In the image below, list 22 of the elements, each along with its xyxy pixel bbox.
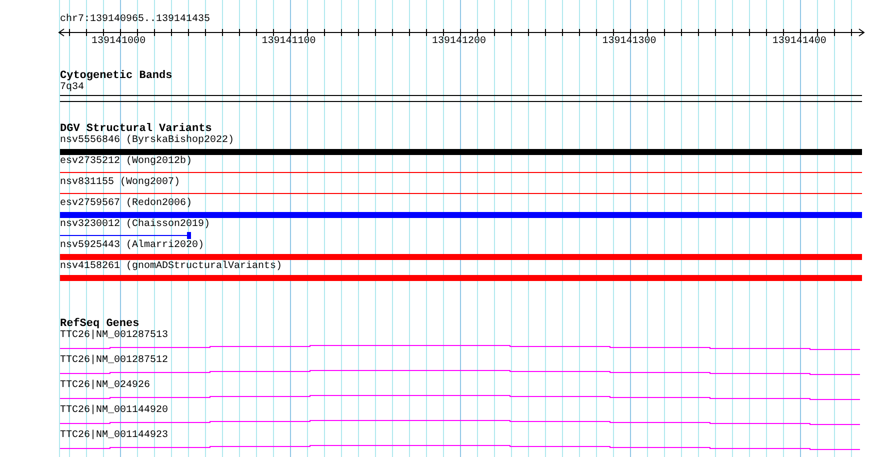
variant-label: nsv3230012 (Chaisson2019) <box>60 219 210 231</box>
transcript-label: TTC26|NM_001144923 <box>60 430 168 442</box>
track-title: RefSeq Genes <box>60 318 140 330</box>
variant-label: nsv5925443 (Almarri2020) <box>60 240 204 252</box>
variant-label: nsv4158261 (gnomADStructuralVariants) <box>60 261 282 273</box>
transcript-label: TTC26|NM_001144920 <box>60 405 168 417</box>
tick-label: 139141400 <box>772 36 826 48</box>
variant-label: nsv5556846 (ByrskaBishop2022) <box>60 135 234 147</box>
transcript-label: TTC26|NM_024926 <box>60 380 150 392</box>
tick-label: 139141200 <box>432 36 486 48</box>
track-title: Cytogenetic Bands <box>60 70 172 82</box>
tick-label: 139141300 <box>602 36 656 48</box>
variant-label: esv2759567 (Redon2006) <box>60 198 192 210</box>
position-label: chr7:139140965..139141435 <box>60 12 212 26</box>
variant-label: nsv831155 (Wong2007) <box>60 177 180 189</box>
variant-label: esv2735212 (Wong2012b) <box>60 156 192 168</box>
tick-label: 139141100 <box>262 36 316 48</box>
transcript-label: TTC26|NM_001287513 <box>60 330 168 342</box>
band-label: 7q34 <box>60 82 84 94</box>
transcript-label: TTC26|NM_001287512 <box>60 355 168 367</box>
track-title: DGV Structural Variants <box>60 123 212 135</box>
tick-label: 139141000 <box>92 36 146 48</box>
